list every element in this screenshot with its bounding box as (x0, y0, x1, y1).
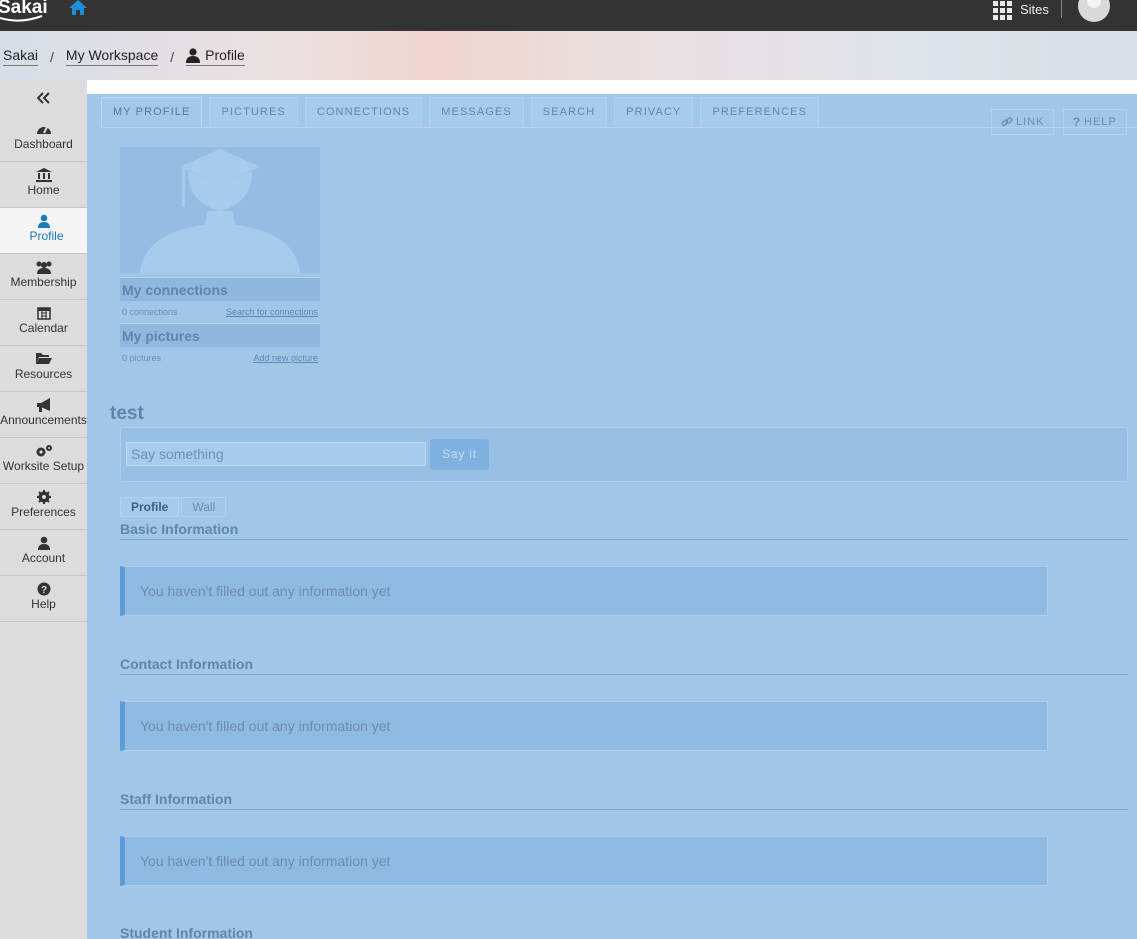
tool-sidebar: Dashboard Home Profile Membership Calend… (0, 80, 87, 939)
pictures-count: 0 pictures (122, 353, 162, 363)
student-information-heading: Student Information (120, 925, 253, 939)
sidebar-item-home[interactable]: Home (0, 162, 87, 208)
tab-pictures[interactable]: PICTURES (209, 97, 298, 127)
question-circle-icon: ? (37, 582, 50, 596)
sidebar-item-label: Resources (14, 367, 73, 381)
user-icon (37, 214, 50, 228)
breadcrumb: Sakai / My Workspace / Profile (3, 47, 245, 66)
sidebar-item-label: Profile (29, 229, 64, 243)
breadcrumb-sakai[interactable]: Sakai (3, 47, 39, 66)
my-connections-heading: My connections (120, 277, 320, 301)
svg-text:Sakai: Sakai (0, 0, 48, 18)
subtab-profile[interactable]: Profile (120, 497, 180, 517)
sidebar-item-worksite-setup[interactable]: Worksite Setup (0, 438, 87, 484)
sakai-logo[interactable]: Sakai (0, 0, 48, 22)
sidebar-item-label: Membership (10, 275, 77, 289)
sidebar-item-label: Calendar (19, 321, 68, 335)
users-icon (36, 261, 51, 274)
default-avatar-silhouette (140, 149, 300, 273)
breadcrumb-separator: / (170, 48, 175, 65)
sites-label: Sites (1020, 1, 1049, 17)
sidebar-item-resources[interactable]: Resources (0, 346, 87, 392)
my-pictures-heading: My pictures (120, 323, 320, 347)
svg-text:?: ? (40, 585, 46, 596)
tab-search[interactable]: SEARCH (530, 97, 608, 127)
gear-icon (36, 490, 51, 504)
breadcrumb-separator: / (50, 48, 54, 65)
sidebar-item-label: Home (27, 183, 60, 197)
question-icon: ? (1073, 116, 1081, 128)
breadcrumb-profile-label: Profile (205, 47, 245, 63)
dashboard-icon (36, 126, 51, 134)
add-picture-link[interactable]: Add new picture (253, 353, 318, 363)
status-update-panel: Say something Say it (120, 427, 1128, 482)
sidebar-item-label: Preferences (11, 505, 76, 519)
tab-preferences[interactable]: PREFERENCES (700, 97, 820, 127)
link-button-label: LINK (1016, 116, 1045, 128)
folder-open-icon (35, 353, 52, 364)
tabs-divider (101, 127, 1137, 128)
collapse-sidebar-button[interactable] (0, 80, 87, 116)
staff-information-heading: Staff Information (120, 790, 1128, 810)
breadcrumb-my-workspace[interactable]: My Workspace (65, 47, 159, 66)
tab-my-profile[interactable]: MY PROFILE (101, 97, 203, 128)
sidebar-item-calendar[interactable]: Calendar (0, 300, 87, 346)
pictures-row: 0 pictures Add new picture (120, 349, 320, 367)
contact-information-heading: Contact Information (120, 655, 1128, 675)
sidebar-item-profile[interactable]: Profile (0, 208, 87, 254)
say-it-button[interactable]: Say it (430, 439, 489, 470)
double-chevron-left-icon (36, 92, 50, 104)
tab-privacy[interactable]: PRIVACY (614, 97, 694, 127)
subtab-wall[interactable]: Wall (181, 497, 227, 517)
sidebar-item-membership[interactable]: Membership (0, 254, 87, 300)
profile-name: test (110, 403, 144, 424)
link-icon (1001, 117, 1013, 127)
sidebar-item-dashboard[interactable]: Dashboard (0, 116, 87, 162)
sites-button[interactable]: Sites (993, 0, 1049, 20)
svg-text:?: ? (1073, 116, 1081, 128)
content-top-strip (87, 80, 1137, 94)
profile-tool-tabs: MY PROFILE PICTURES CONNECTIONS MESSAGES… (101, 97, 826, 128)
breadcrumb-band: Sakai / My Workspace / Profile (0, 31, 1137, 80)
sidebar-item-preferences[interactable]: Preferences (0, 484, 87, 530)
connections-count: 0 connections (122, 307, 178, 317)
profile-picture[interactable] (120, 147, 320, 273)
search-connections-link[interactable]: Search for connections (226, 307, 318, 317)
sidebar-item-label: Worksite Setup (2, 459, 85, 473)
sidebar-item-help[interactable]: ? Help (0, 576, 87, 622)
top-navigation-bar: Sakai Sites (0, 0, 1137, 31)
tab-connections[interactable]: CONNECTIONS (304, 97, 423, 127)
sidebar-item-label: Dashboard (14, 137, 73, 151)
user-icon (37, 536, 50, 550)
bullhorn-icon (36, 398, 50, 412)
grid-icon (993, 0, 1014, 20)
basic-information-notice: You haven't filled out any information y… (120, 566, 1048, 616)
sidebar-item-announcements[interactable]: Announcements (0, 392, 87, 438)
profile-subtabs: Profile Wall (120, 497, 228, 517)
sidebar-item-label: Help (31, 597, 56, 611)
sidebar-item-label: Account (21, 551, 66, 565)
home-icon[interactable] (68, 0, 88, 16)
breadcrumb-profile[interactable]: Profile (186, 47, 245, 66)
user-avatar[interactable] (1078, 0, 1110, 22)
contact-information-notice: You haven't filled out any information y… (120, 701, 1048, 751)
basic-information-heading: Basic Information (120, 520, 1128, 540)
topbar-divider (1061, 0, 1062, 18)
profile-tool-main: MY PROFILE PICTURES CONNECTIONS MESSAGES… (87, 80, 1137, 939)
sidebar-item-label: Announcements (0, 413, 87, 427)
link-button[interactable]: LINK (991, 109, 1055, 135)
connections-row: 0 connections Search for connections (120, 303, 320, 321)
calendar-icon (36, 307, 51, 320)
user-icon (186, 47, 201, 63)
help-button[interactable]: ? HELP (1063, 109, 1127, 135)
tab-messages[interactable]: MESSAGES (429, 97, 524, 127)
staff-information-notice: You haven't filled out any information y… (120, 836, 1048, 886)
help-button-label: HELP (1084, 116, 1117, 128)
sidebar-item-account[interactable]: Account (0, 530, 87, 576)
gears-icon (36, 445, 52, 457)
bank-icon (35, 168, 52, 182)
status-input[interactable]: Say something (126, 442, 426, 466)
